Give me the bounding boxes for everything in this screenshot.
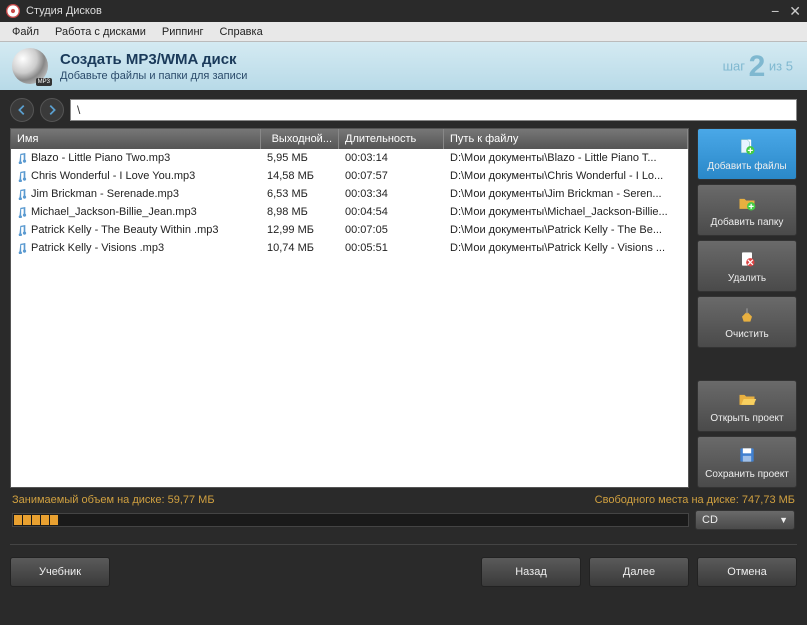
file-duration: 00:05:51 — [339, 242, 444, 254]
file-name: Blazo - Little Piano Two.mp3 — [31, 152, 170, 164]
table-row[interactable]: Jim Brickman - Serenade.mp3 6,53 МБ00:03:… — [11, 185, 688, 203]
tutorial-button[interactable]: Учебник — [10, 557, 110, 587]
page-subtitle: Добавьте файлы и папки для записи — [60, 70, 247, 82]
page-title: Создать MP3/WMA диск — [60, 51, 247, 68]
file-name: Michael_Jackson-Billie_Jean.mp3 — [31, 206, 197, 218]
disc-type-select[interactable]: CD ▼ — [695, 510, 795, 530]
file-list-header: Имя Выходной... Длительность Путь к файл… — [11, 129, 688, 149]
clear-button[interactable]: Очистить — [697, 296, 797, 348]
menu-help[interactable]: Справка — [212, 24, 271, 40]
minimize-button[interactable]: − — [771, 3, 779, 20]
status-row: Занимаемый объем на диске: 59,77 МБ Своб… — [10, 488, 797, 508]
disc-icon: MP3 — [12, 48, 48, 84]
status-free: Свободного места на диске: 747,73 МБ — [595, 494, 795, 506]
delete-button[interactable]: Удалить — [697, 240, 797, 292]
close-button[interactable]: ✕ — [789, 3, 801, 20]
nav-back-button[interactable] — [10, 98, 34, 122]
menu-file[interactable]: Файл — [4, 24, 47, 40]
file-size: 8,98 МБ — [261, 206, 339, 218]
table-row[interactable]: Blazo - Little Piano Two.mp3 5,95 МБ00:03… — [11, 149, 688, 167]
col-header-duration[interactable]: Длительность — [339, 129, 444, 149]
file-path: D:\Мои документы\Chris Wonderful - I Lo.… — [444, 170, 688, 182]
header-band: MP3 Создать MP3/WMA диск Добавьте файлы … — [0, 42, 807, 90]
save-project-button[interactable]: Сохранить проект — [697, 436, 797, 488]
table-row[interactable]: Patrick Kelly - The Beauty Within .mp3 12… — [11, 221, 688, 239]
space-meter — [12, 513, 689, 527]
file-duration: 00:07:05 — [339, 224, 444, 236]
file-size: 14,58 МБ — [261, 170, 339, 182]
file-path: D:\Мои документы\Michael_Jackson-Billie.… — [444, 206, 688, 218]
next-button[interactable]: Далее — [589, 557, 689, 587]
file-duration: 00:07:57 — [339, 170, 444, 182]
add-files-button[interactable]: Добавить файлы — [697, 128, 797, 180]
file-name: Chris Wonderful - I Love You.mp3 — [31, 170, 195, 182]
file-name: Patrick Kelly - Visions .mp3 — [31, 242, 164, 254]
file-duration: 00:04:54 — [339, 206, 444, 218]
titlebar: Студия Дисков − ✕ — [0, 0, 807, 22]
back-button[interactable]: Назад — [481, 557, 581, 587]
table-row[interactable]: Patrick Kelly - Visions .mp3 10,74 МБ00:0… — [11, 239, 688, 257]
open-project-button[interactable]: Открыть проект — [697, 380, 797, 432]
cancel-button[interactable]: Отмена — [697, 557, 797, 587]
file-size: 12,99 МБ — [261, 224, 339, 236]
file-name: Jim Brickman - Serenade.mp3 — [31, 188, 179, 200]
path-input[interactable] — [70, 99, 797, 121]
app-icon — [6, 4, 20, 18]
add-folder-button[interactable]: Добавить папку — [697, 184, 797, 236]
menubar: Файл Работа с дисками Риппинг Справка — [0, 22, 807, 42]
status-used: Занимаемый объем на диске: 59,77 МБ — [12, 494, 215, 506]
table-row[interactable]: Michael_Jackson-Billie_Jean.mp3 8,98 МБ00… — [11, 203, 688, 221]
table-row[interactable]: Chris Wonderful - I Love You.mp3 14,58 МБ… — [11, 167, 688, 185]
file-duration: 00:03:34 — [339, 188, 444, 200]
menu-ripping[interactable]: Риппинг — [154, 24, 212, 40]
file-name: Patrick Kelly - The Beauty Within .mp3 — [31, 224, 218, 236]
file-path: D:\Мои документы\Blazo - Little Piano T.… — [444, 152, 688, 164]
step-indicator: шаг 2 из 5 — [723, 50, 793, 84]
file-path: D:\Мои документы\Patrick Kelly - The Be.… — [444, 224, 688, 236]
file-duration: 00:03:14 — [339, 152, 444, 164]
col-header-path[interactable]: Путь к файлу — [444, 129, 688, 149]
disc-badge: MP3 — [36, 78, 52, 86]
nav-forward-button[interactable] — [40, 98, 64, 122]
window-title: Студия Дисков — [26, 5, 102, 17]
file-size: 5,95 МБ — [261, 152, 339, 164]
col-header-name[interactable]: Имя — [11, 129, 261, 149]
file-size: 6,53 МБ — [261, 188, 339, 200]
chevron-down-icon: ▼ — [779, 515, 788, 525]
file-path: D:\Мои документы\Jim Brickman - Seren... — [444, 188, 688, 200]
col-header-size[interactable]: Выходной... — [261, 129, 339, 149]
file-path: D:\Мои документы\Patrick Kelly - Visions… — [444, 242, 688, 254]
file-list: Имя Выходной... Длительность Путь к файл… — [10, 128, 689, 488]
file-size: 10,74 МБ — [261, 242, 339, 254]
menu-discs[interactable]: Работа с дисками — [47, 24, 154, 40]
